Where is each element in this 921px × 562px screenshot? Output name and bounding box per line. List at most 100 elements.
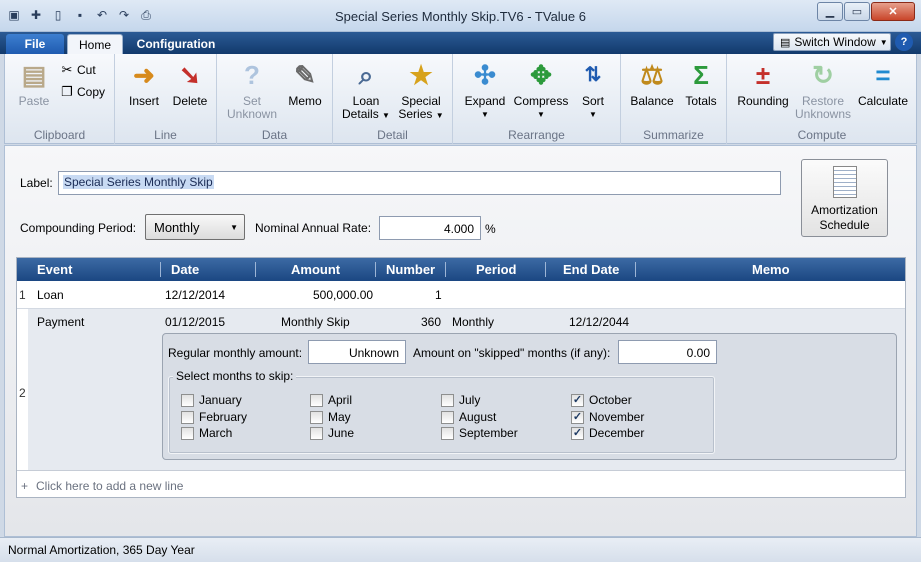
switch-window-icon: ▤ [780,36,791,49]
set-unknown-button[interactable]: ? Set Unknown [223,58,281,121]
magnifier-icon: ⌕ [358,59,374,90]
label-caption: Label: [20,176,53,190]
row-divider [17,470,905,471]
copy-icon: ❐ [61,84,73,99]
month-checkbox-march[interactable]: March [181,426,232,440]
group-compute: ± Rounding ↻ Restore Unknowns = Calculat… [727,54,917,144]
group-summarize: ⚖ Balance Σ Totals Summarize [621,54,727,144]
delete-button[interactable]: ➘ Delete [167,58,213,108]
plus-icon: + [21,479,29,493]
checkbox-icon [181,426,194,440]
totals-button[interactable]: Σ Totals [679,58,723,108]
skipped-amount-input[interactable]: 0.00 [618,340,717,364]
checkbox-icon [181,410,194,424]
checkmark-icon: ✓ [571,426,584,440]
cell-event[interactable]: Payment [37,315,84,329]
cell-period[interactable]: Monthly [452,315,494,329]
add-new-line-row[interactable]: + Click here to add a new line [21,479,183,493]
group-line: ➜ Insert ➘ Delete Line [115,54,217,144]
compress-button[interactable]: ✥ Compress ▼ [511,58,571,121]
header-separator [445,262,446,277]
group-clipboard: ▤ Paste ✂ Cut ❐ Copy Clipboard [5,54,115,144]
cell-date[interactable]: 01/12/2015 [165,315,225,329]
table-row[interactable]: Payment 01/12/2015 Monthly Skip 360 Mont… [28,308,905,470]
header-end-date[interactable]: End Date [563,262,619,277]
cell-amount[interactable]: Monthly Skip [281,315,350,329]
restore-unknowns-button[interactable]: ↻ Restore Unknowns [793,58,853,121]
cell-date[interactable]: 12/12/2014 [165,288,225,302]
scissors-icon: ✂ [61,62,73,77]
checkbox-icon [310,393,323,407]
group-rearrange: ✣ Expand ▼ ✥ Compress ▼ ⇅ Sort ▼ Rearran… [453,54,621,144]
month-checkbox-july[interactable]: July [441,393,480,407]
close-button[interactable]: ✕ [871,2,915,21]
month-checkbox-april[interactable]: April [310,393,352,407]
rate-input[interactable]: 4.000 [379,216,481,240]
month-checkbox-october[interactable]: ✓ October [571,393,632,407]
month-checkbox-may[interactable]: May [310,410,351,424]
special-series-button[interactable]: ★ Special Series ▼ [395,58,447,122]
clipboard-icon: ▤ [21,59,47,90]
switch-window-label: Switch Window [794,35,876,49]
memo-button[interactable]: ✎ Memo [285,58,325,108]
header-memo[interactable]: Memo [752,262,790,277]
paste-button[interactable]: ▤ Paste [13,58,55,108]
chevron-down-icon: ▼ [589,110,597,119]
help-button[interactable]: ? [895,33,913,51]
delete-row-icon: ➘ [179,59,201,90]
plus-minus-icon: ± [755,59,771,90]
month-checkbox-january[interactable]: January [181,393,242,407]
month-checkbox-february[interactable]: February [181,410,247,424]
regular-amount-caption: Regular monthly amount: [168,346,303,360]
group-label-data: Data [261,128,288,142]
cell-number[interactable]: 1 [435,288,442,302]
cell-number[interactable]: 360 [421,315,441,329]
status-bar: Normal Amortization, 365 Day Year [0,537,921,562]
rounding-button[interactable]: ± Rounding [733,58,793,108]
month-checkbox-september[interactable]: September [441,426,518,440]
monthly-skip-detail-panel: Regular monthly amount: Unknown Amount o… [162,333,897,460]
header-period[interactable]: Period [476,262,516,277]
group-label-detail: Detail [377,128,408,142]
cell-end-date[interactable]: 12/12/2044 [569,315,629,329]
checkmark-icon: ✓ [571,410,584,424]
balance-button[interactable]: ⚖ Balance [627,58,677,108]
regular-amount-input[interactable]: Unknown [308,340,406,364]
sort-button[interactable]: ⇅ Sort ▼ [573,58,613,121]
header-date[interactable]: Date [171,262,199,277]
table-row[interactable]: 1 Loan 12/12/2014 500,000.00 1 [17,281,905,308]
cell-amount[interactable]: 500,000.00 [313,288,373,302]
tab-configuration[interactable]: Configuration [128,34,224,54]
insert-button[interactable]: ➜ Insert [123,58,165,108]
header-event[interactable]: Event [37,262,72,277]
compounding-select[interactable]: Monthly ▼ [145,214,245,240]
tab-home[interactable]: Home [67,34,123,54]
group-data: ? Set Unknown ✎ Memo Data [217,54,333,144]
amortization-schedule-button[interactable]: Amortization Schedule [801,159,888,237]
rate-unit: % [485,222,496,236]
calculate-button[interactable]: = Calculate [855,58,911,108]
month-checkbox-november[interactable]: ✓ November [571,410,644,424]
tab-file[interactable]: File [6,34,64,54]
month-checkbox-june[interactable]: June [310,426,354,440]
cell-event[interactable]: Loan [37,288,64,302]
row-number: 1 [19,288,26,302]
header-amount[interactable]: Amount [291,262,340,277]
loan-details-button[interactable]: ⌕ Loan Details ▼ [341,58,391,122]
minimize-button[interactable]: ▁ [817,2,843,21]
group-label-rearrange: Rearrange [508,128,565,142]
restore-icon: ↻ [812,59,834,90]
month-checkbox-august[interactable]: August [441,410,496,424]
label-input[interactable]: Special Series Monthly Skip [58,171,781,195]
switch-window-button[interactable]: ▤ Switch Window ▼ [773,33,891,51]
copy-button[interactable]: ❐ Copy [59,84,105,100]
cut-button[interactable]: ✂ Cut [59,62,96,78]
header-number[interactable]: Number [386,262,435,277]
expand-button[interactable]: ✣ Expand ▼ [461,58,509,121]
sort-az-icon: ⇅ [584,63,602,86]
month-checkbox-december[interactable]: ✓ December [571,426,644,440]
question-mark-icon: ? [244,59,260,90]
chevron-down-icon: ▼ [230,223,238,232]
checkbox-icon [441,393,454,407]
maximize-button[interactable]: ▭ [844,2,870,21]
